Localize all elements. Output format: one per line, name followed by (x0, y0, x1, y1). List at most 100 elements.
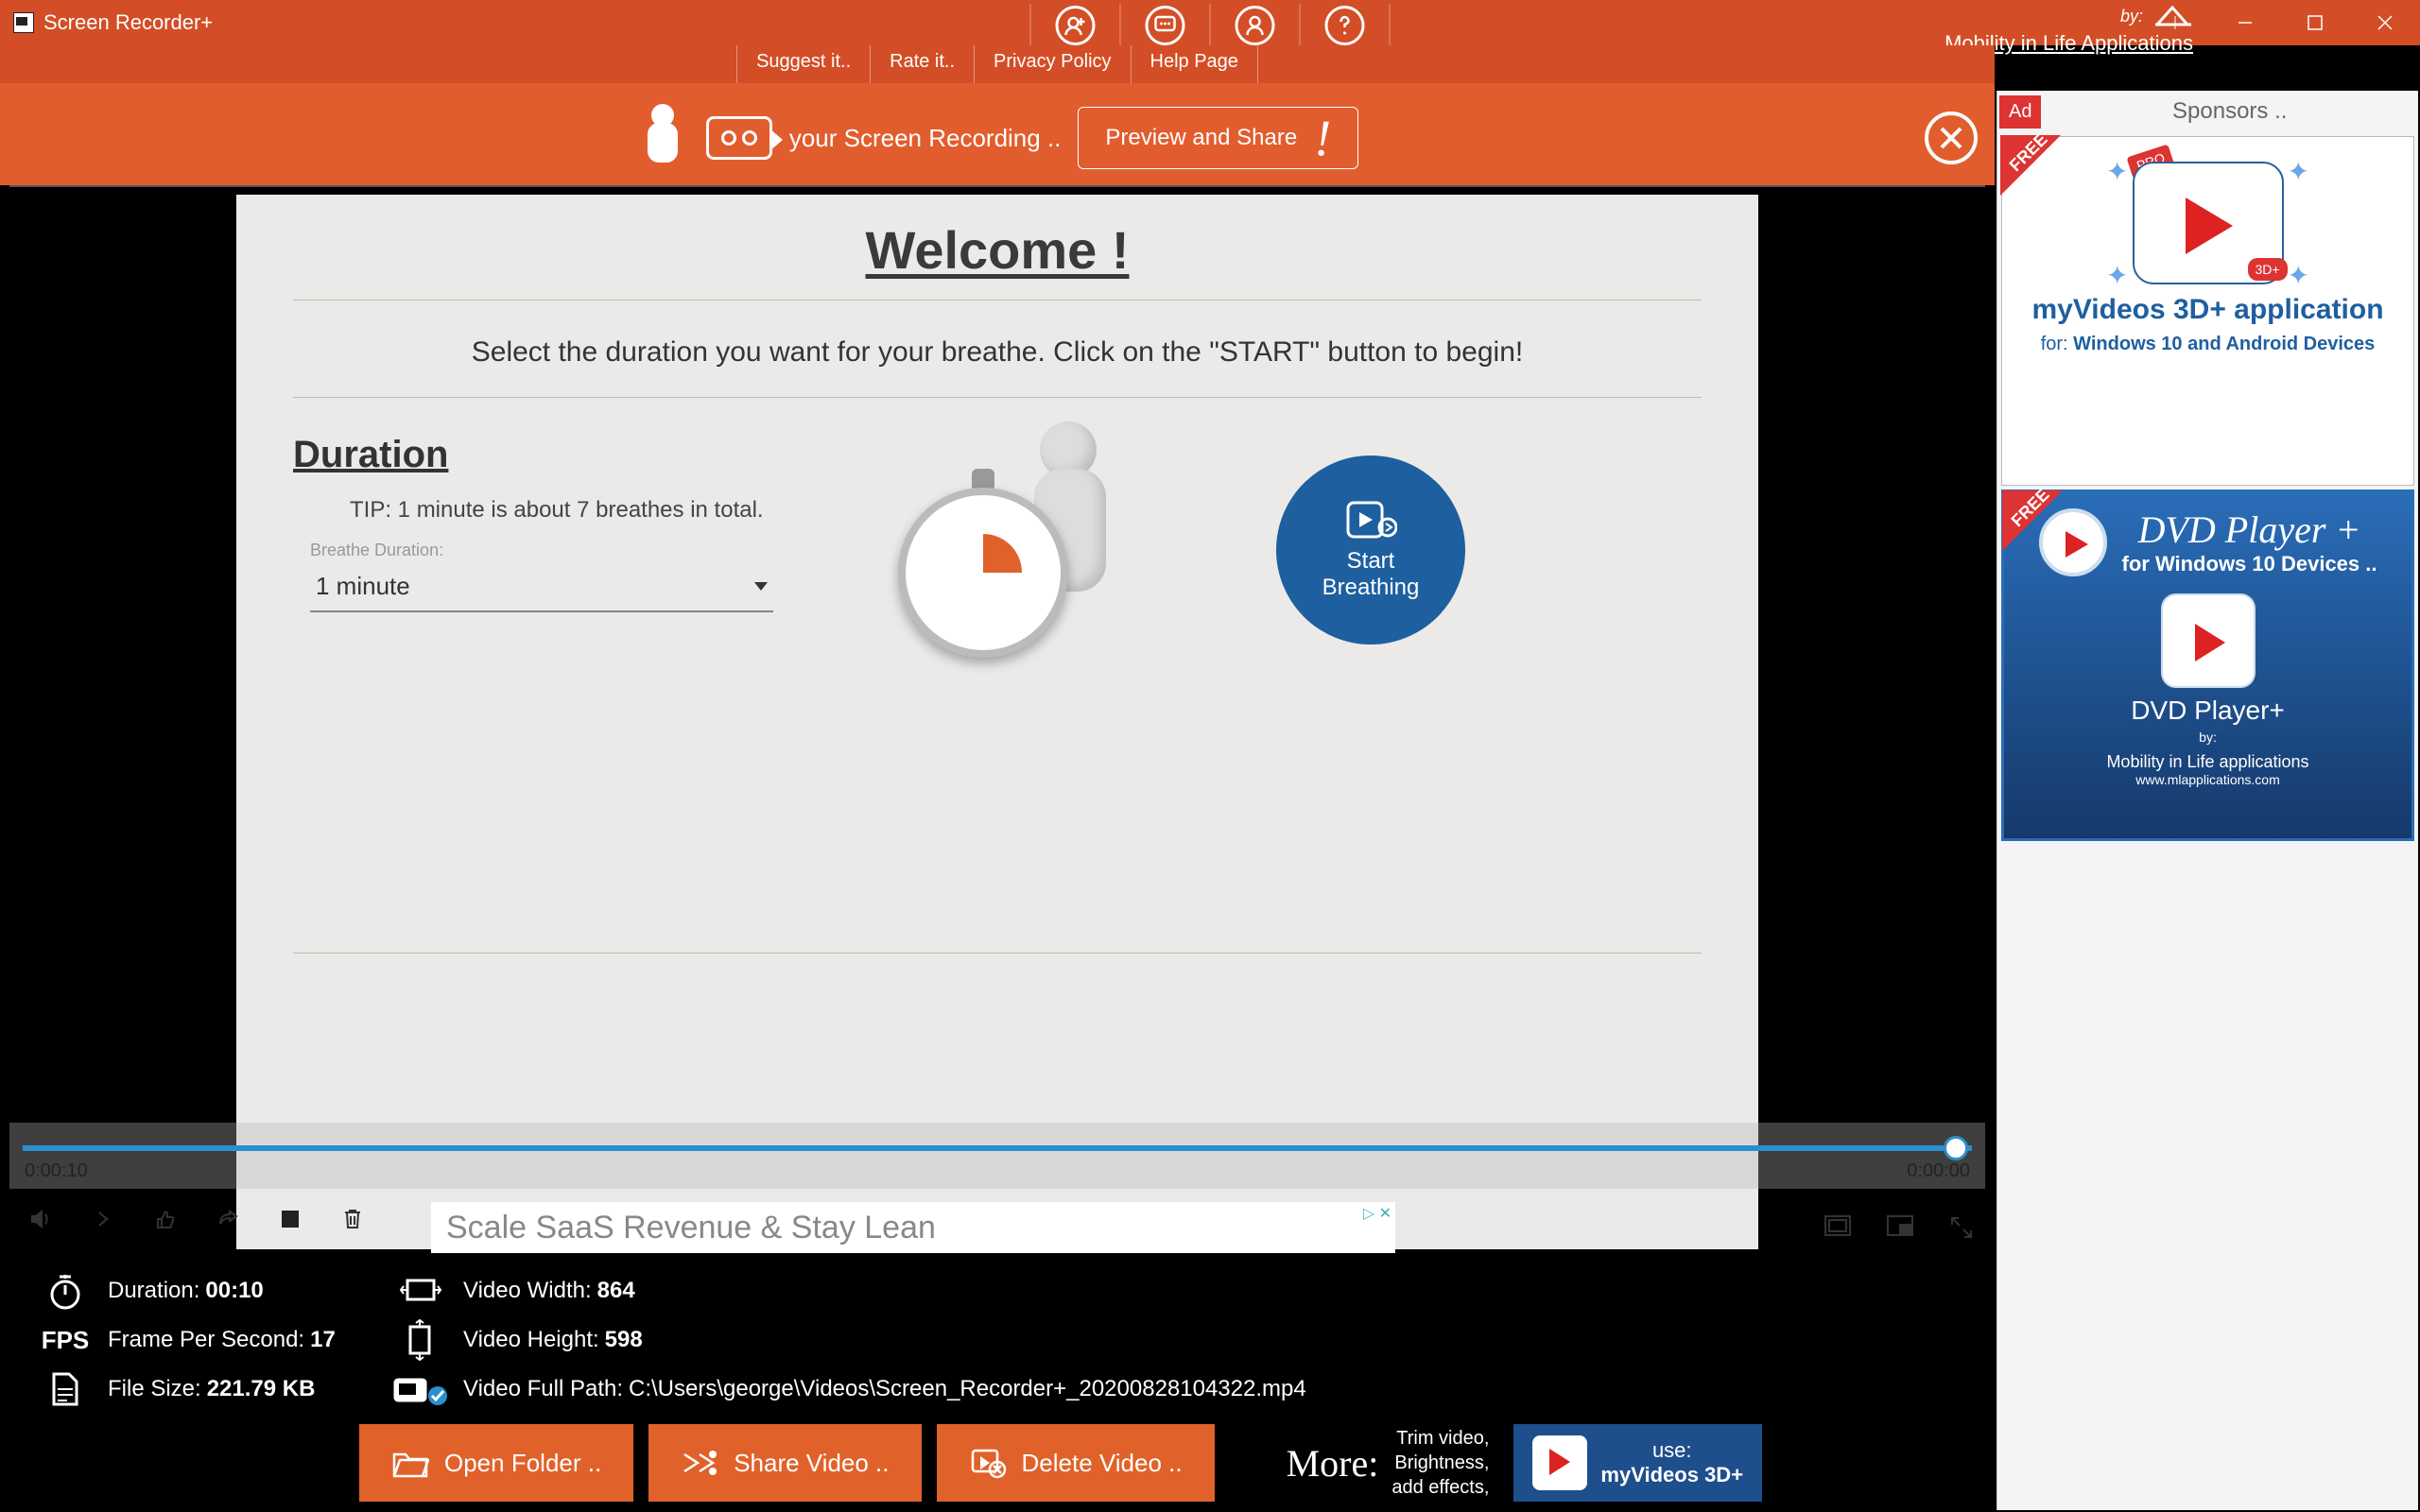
sparkle-icon: ✦ (2288, 156, 2309, 187)
help-icon (1325, 6, 1365, 45)
welcome-heading: Welcome ! (236, 219, 1758, 281)
top-menu (1030, 4, 1391, 47)
video-width-value: 864 (597, 1278, 635, 1304)
more-line-brightness: Brightness, (1392, 1451, 1489, 1475)
recording-banner: your Screen Recording .. Preview and Sha… (0, 93, 1995, 183)
video-width-label: Video Width: (463, 1278, 592, 1304)
sponsor-card-dvdplayer[interactable]: FREE DVD Player + for Windows 10 Devices… (2001, 490, 2414, 841)
exclamation-icon: ! (1314, 123, 1331, 153)
filesize-label: File Size: (108, 1376, 201, 1402)
divider-icon (2140, 0, 2210, 45)
start-breathing-button[interactable]: Start Breathing (1276, 455, 1465, 644)
breathe-duration-value: 1 minute (316, 572, 410, 601)
sparkle-icon: ✦ (2106, 260, 2128, 291)
more-line-trim: Trim video, (1392, 1426, 1489, 1451)
privacy-icon (1236, 6, 1275, 45)
inline-ad[interactable]: Scale SaaS Revenue & Stay Lean ▷ ✕ (431, 1202, 1395, 1253)
recording-text: your Screen Recording .. (789, 124, 1062, 153)
mascot-icon (636, 104, 689, 172)
menu-rate-label[interactable]: Rate it.. (870, 45, 974, 83)
close-window-button[interactable] (2350, 0, 2420, 45)
window-controls (2140, 0, 2420, 45)
seek-track[interactable] (23, 1145, 1972, 1151)
inline-ad-text: Scale SaaS Revenue & Stay Lean (446, 1210, 936, 1246)
card2-name: DVD Player+ (2014, 696, 2402, 726)
menu-privacy-label[interactable]: Privacy Policy (974, 45, 1130, 83)
card2-company: Mobility in Life applications (2014, 752, 2402, 772)
video-preview-area: Welcome ! Select the duration you want f… (9, 185, 1985, 1257)
volume-icon[interactable] (26, 1205, 55, 1233)
open-folder-label: Open Folder .. (444, 1449, 601, 1478)
next-frame-icon[interactable] (89, 1205, 117, 1233)
sponsor-card-myvideos[interactable]: FREE PRO ✦ ✦ ✦ ✦ 3D+ myVideos 3D+ applic… (2001, 136, 2414, 486)
promo-name-label: myVideos 3D+ (1600, 1463, 1743, 1487)
app-title: Screen Recorder+ (43, 10, 213, 35)
height-icon (378, 1319, 463, 1361)
chat-icon (1146, 6, 1185, 45)
path-icon (378, 1372, 463, 1406)
more-label: More: (1287, 1441, 1379, 1486)
like-icon[interactable] (151, 1205, 180, 1233)
ad-close-icon[interactable]: ▷ ✕ (1363, 1204, 1392, 1223)
menu-suggest[interactable] (1030, 4, 1120, 47)
share-icon[interactable] (214, 1205, 242, 1233)
person-plus-icon (1056, 6, 1096, 45)
instruction-text: Select the duration you want for your br… (236, 336, 1758, 369)
preview-share-button[interactable]: Preview and Share ! (1078, 107, 1358, 169)
myvideos-promo-button[interactable]: use: myVideos 3D+ (1513, 1424, 1762, 1502)
dvd-disc-icon (2039, 508, 2107, 576)
duration-value: 00:10 (205, 1278, 263, 1304)
open-folder-button[interactable]: Open Folder .. (359, 1424, 633, 1502)
menu-suggest-label[interactable]: Suggest it.. (736, 45, 870, 83)
pip-icon[interactable] (1887, 1215, 1913, 1242)
breathe-duration-dropdown[interactable]: 1 minute (310, 566, 773, 612)
trash-icon[interactable] (338, 1205, 367, 1233)
app-icon (13, 12, 34, 33)
card2-url: www.mlapplications.com (2014, 772, 2402, 787)
bottom-actions: Open Folder .. Share Video .. Delete Vid… (0, 1416, 1995, 1510)
share-video-label: Share Video .. (734, 1449, 889, 1478)
divider (293, 953, 1702, 954)
share-video-button[interactable]: Share Video .. (648, 1424, 921, 1502)
3d-badge: 3D+ (2248, 258, 2288, 281)
play-arrow-icon (1344, 499, 1397, 541)
theater-mode-icon[interactable] (1824, 1215, 1851, 1242)
maximize-button[interactable] (2280, 0, 2350, 45)
fps-icon: FPS (42, 1326, 90, 1355)
ad-badge: Ad (1999, 95, 2041, 129)
video-height-label: Video Height: (463, 1327, 599, 1353)
fps-label: Frame Per Second: (108, 1327, 304, 1353)
camera-icon (706, 116, 772, 160)
divider (293, 397, 1702, 398)
menu-rate[interactable] (1120, 4, 1210, 47)
seek-thumb[interactable] (1944, 1136, 1968, 1160)
sponsors-label: Sponsors .. (2041, 98, 2418, 125)
video-info-bar: Duration: 00:10 FPS Frame Per Second: 17… (0, 1261, 1995, 1412)
preview-share-label: Preview and Share (1105, 125, 1297, 151)
seek-bar[interactable]: 0:00:10 0:00:00 (9, 1123, 1985, 1189)
stopwatch-image (898, 421, 1144, 686)
minimize-button[interactable] (2210, 0, 2280, 45)
banner-close-button[interactable] (1925, 112, 1978, 164)
more-line-effects: add effects, (1392, 1475, 1489, 1500)
sponsors-panel: Ad Sponsors .. FREE PRO ✦ ✦ ✦ ✦ 3D+ myVi… (1996, 91, 2418, 1510)
start-label-2: Breathing (1322, 575, 1420, 601)
menu-privacy[interactable] (1210, 4, 1300, 47)
fullscreen-icon[interactable] (1949, 1215, 1976, 1242)
sparkle-icon: ✦ (2288, 260, 2309, 291)
delete-video-button[interactable]: Delete Video .. (937, 1424, 1215, 1502)
myvideos-promo-icon (1532, 1435, 1587, 1490)
free-badge: FREE (2000, 135, 2061, 196)
card1-sub-pre: for: (2041, 334, 2073, 354)
delete-video-label: Delete Video .. (1022, 1449, 1183, 1478)
chevron-down-icon (754, 582, 768, 591)
width-icon (378, 1275, 463, 1307)
menu-help[interactable] (1300, 4, 1391, 47)
video-path-value: C:\Users\george\Videos\Screen_Recorder+_… (629, 1376, 1306, 1402)
card1-title: myVideos 3D+ application (2012, 294, 2404, 326)
title-bar: Screen Recorder+ by: Mobility in (0, 0, 2420, 45)
stop-icon[interactable] (276, 1205, 304, 1233)
menu-help-label[interactable]: Help Page (1131, 45, 1258, 83)
duration-label: Duration: (108, 1278, 199, 1304)
more-block: More: Trim video, Brightness, add effect… (1287, 1426, 1490, 1500)
